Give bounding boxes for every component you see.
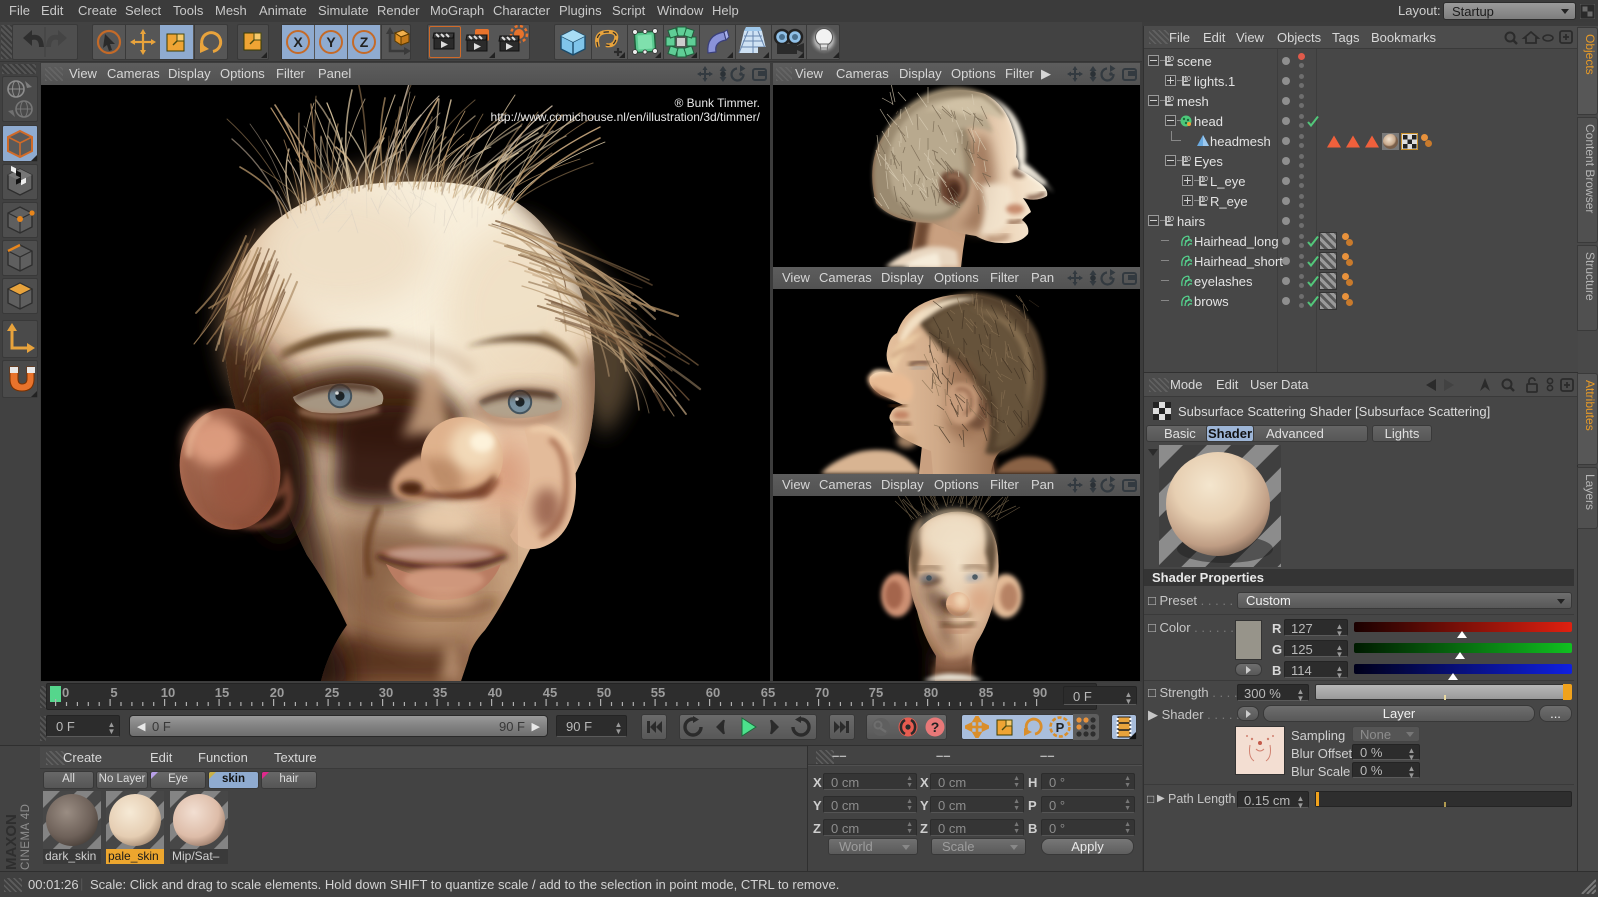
svg-text:0: 0 <box>1170 216 1174 223</box>
svg-text:® Bunk Timmer.: ® Bunk Timmer. <box>674 96 760 110</box>
svg-text:0: 0 <box>1170 56 1174 63</box>
svg-text:0: 0 <box>1187 156 1191 163</box>
svg-text:Z: Z <box>360 34 369 50</box>
svg-text:P: P <box>1056 720 1065 735</box>
svg-text:0: 0 <box>1204 176 1208 183</box>
svg-text:X: X <box>293 34 303 50</box>
svg-text:?: ? <box>931 719 940 735</box>
svg-text:0: 0 <box>1170 96 1174 103</box>
svg-text:Y: Y <box>326 34 336 50</box>
svg-text:0: 0 <box>1187 76 1191 83</box>
svg-text:http://www.comichouse.nl/en/il: http://www.comichouse.nl/en/illustration… <box>491 110 761 124</box>
svg-text:0: 0 <box>1204 196 1208 203</box>
